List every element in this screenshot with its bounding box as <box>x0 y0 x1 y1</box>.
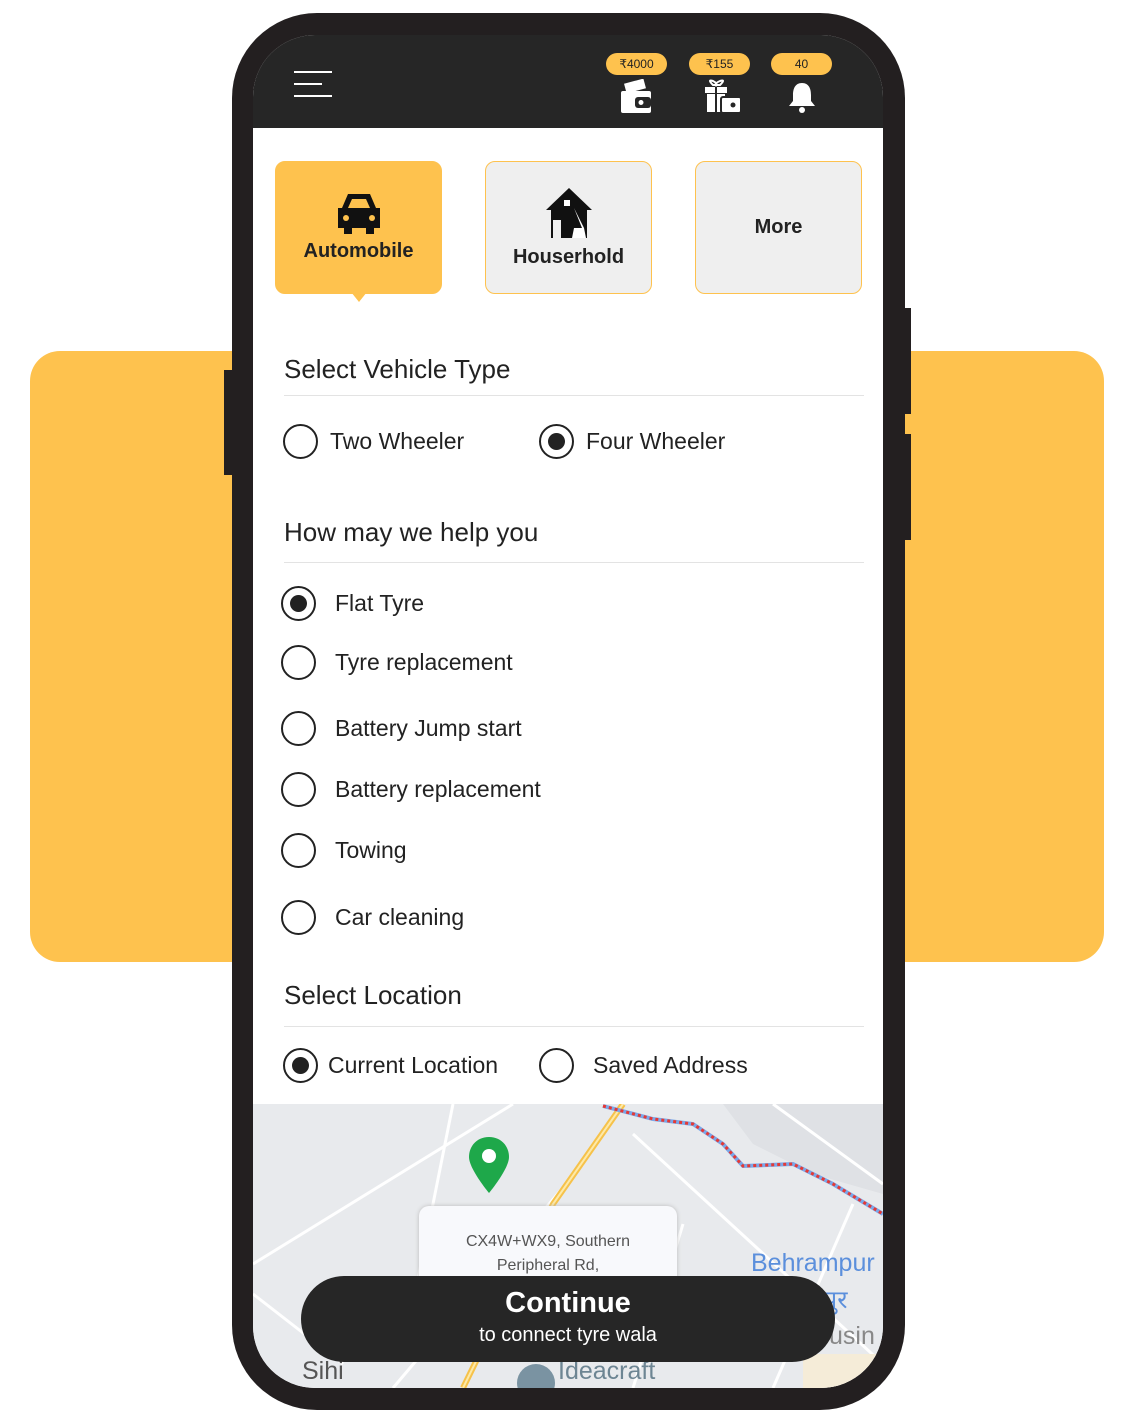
house-cleaning-icon <box>545 188 592 238</box>
radio-car-cleaning[interactable]: Car cleaning <box>281 900 464 935</box>
rewards-badge: ₹155 <box>689 53 750 75</box>
category-label: More <box>754 216 803 238</box>
category-automobile[interactable]: Automobile <box>275 161 442 302</box>
menu-icon[interactable] <box>294 71 332 97</box>
phone-side-button <box>903 434 911 540</box>
section-title-help: How may we help you <box>284 517 539 547</box>
continue-subtitle: to connect tyre wala <box>479 1324 657 1346</box>
category-household[interactable]: Houserhold <box>485 161 652 294</box>
app-screen: ₹4000 ₹155 40 Automobile Houserhold More… <box>253 35 883 1388</box>
divider <box>284 1026 864 1027</box>
radio-flat-tyre[interactable]: Flat Tyre <box>281 586 424 621</box>
category-more[interactable]: More <box>695 161 862 294</box>
radio-four-wheeler[interactable]: Four Wheeler <box>539 424 725 459</box>
notification-badge: 40 <box>771 53 832 75</box>
car-icon <box>337 194 380 234</box>
header: ₹4000 ₹155 40 <box>253 35 883 128</box>
section-title-vehicle: Select Vehicle Type <box>284 354 511 384</box>
radio-battery-jump-start[interactable]: Battery Jump start <box>281 711 522 746</box>
category-label: Automobile <box>303 240 414 262</box>
radio-saved-address[interactable]: Saved Address <box>539 1048 748 1083</box>
radio-current-location[interactable]: Current Location <box>283 1048 498 1083</box>
continue-title: Continue <box>505 1287 631 1319</box>
radio-battery-replacement[interactable]: Battery replacement <box>281 772 541 807</box>
divider <box>284 395 864 396</box>
gift-wallet-icon[interactable] <box>703 79 743 115</box>
map-label: Behrampur <box>751 1249 875 1277</box>
bell-icon[interactable] <box>786 79 818 115</box>
divider <box>284 562 864 563</box>
continue-button[interactable]: Continue to connect tyre wala <box>301 1276 835 1362</box>
map-label: usin <box>829 1322 875 1350</box>
wallet-badge: ₹4000 <box>606 53 667 75</box>
phone-side-button <box>224 370 234 475</box>
category-label: Houserhold <box>512 246 625 268</box>
radio-tyre-replacement[interactable]: Tyre replacement <box>281 645 513 680</box>
wallet-icon[interactable] <box>619 79 653 115</box>
section-title-location: Select Location <box>284 980 462 1010</box>
phone-side-button <box>903 308 911 414</box>
location-pin-icon <box>469 1137 509 1193</box>
radio-two-wheeler[interactable]: Two Wheeler <box>283 424 464 459</box>
radio-towing[interactable]: Towing <box>281 833 407 868</box>
